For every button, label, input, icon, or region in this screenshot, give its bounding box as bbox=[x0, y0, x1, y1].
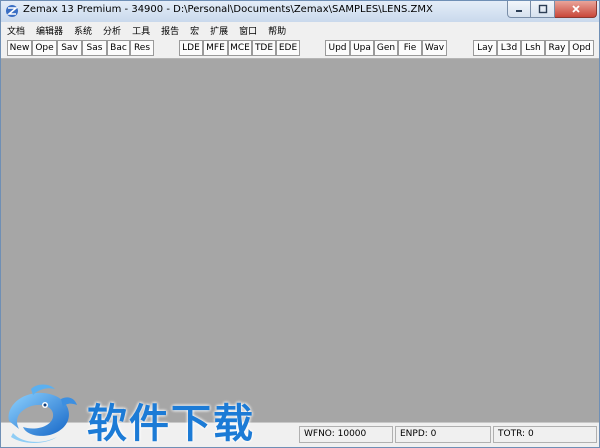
toolbar-update-button[interactable]: Upd bbox=[325, 40, 350, 56]
toolbar-backup-button[interactable]: Bac bbox=[107, 40, 130, 56]
toolbar-3d-layout-button[interactable]: L3d bbox=[497, 40, 521, 56]
zemax-app-icon[interactable] bbox=[5, 4, 19, 18]
toolbar-restore-button[interactable]: Res bbox=[130, 40, 154, 56]
toolbar-fields-button[interactable]: Fie bbox=[398, 40, 422, 56]
menu-help[interactable]: 帮助 bbox=[268, 24, 286, 37]
button-bar: New Ope Sav Sas Bac Res LDE MFE MCE TDE … bbox=[1, 38, 599, 59]
toolbar-lde-button[interactable]: LDE bbox=[179, 40, 203, 56]
watermark: 软件下载 bbox=[1, 381, 281, 447]
menu-analysis[interactable]: 分析 bbox=[103, 24, 121, 37]
application-window: Zemax 13 Premium - 34900 - D:\Personal\D… bbox=[0, 0, 600, 448]
toolbar-update-all-button[interactable]: Upa bbox=[350, 40, 374, 56]
toolbar-opd-fan-button[interactable]: Opd bbox=[569, 40, 594, 56]
window-title: Zemax 13 Premium - 34900 - D:\Personal\D… bbox=[23, 4, 433, 15]
menu-macros[interactable]: 宏 bbox=[190, 24, 199, 37]
toolbar-tde-button[interactable]: TDE bbox=[252, 40, 276, 56]
toolbar-open-button[interactable]: Ope bbox=[32, 40, 57, 56]
menu-system[interactable]: 系统 bbox=[74, 24, 92, 37]
toolbar-mfe-button[interactable]: MFE bbox=[203, 40, 228, 56]
toolbar-wavelengths-button[interactable]: Wav bbox=[422, 40, 447, 56]
toolbar-ede-button[interactable]: EDE bbox=[276, 40, 300, 56]
toolbar-ray-fan-button[interactable]: Ray bbox=[545, 40, 569, 56]
close-button[interactable] bbox=[555, 1, 597, 18]
status-totr: TOTR: 0 bbox=[493, 426, 597, 443]
maximize-button[interactable] bbox=[531, 1, 555, 18]
toolbar-save-button[interactable]: Sav bbox=[57, 40, 82, 56]
toolbar-new-button[interactable]: New bbox=[7, 40, 32, 56]
status-enpd: ENPD: 0 bbox=[395, 426, 491, 443]
toolbar-layout-button[interactable]: Lay bbox=[473, 40, 497, 56]
menu-reports[interactable]: 报告 bbox=[161, 24, 179, 37]
toolbar-shaded-layout-button[interactable]: Lsh bbox=[521, 40, 545, 56]
title-bar[interactable]: Zemax 13 Premium - 34900 - D:\Personal\D… bbox=[1, 1, 599, 23]
menu-window[interactable]: 窗口 bbox=[239, 24, 257, 37]
minimize-icon bbox=[516, 10, 522, 12]
menu-tools[interactable]: 工具 bbox=[132, 24, 150, 37]
status-wfno: WFNO: 10000 bbox=[299, 426, 393, 443]
toolbar-save-as-button[interactable]: Sas bbox=[82, 40, 107, 56]
workspace-area[interactable] bbox=[1, 59, 599, 423]
menu-editors[interactable]: 编辑器 bbox=[36, 24, 63, 37]
maximize-icon bbox=[538, 4, 547, 14]
menu-extensions[interactable]: 扩展 bbox=[210, 24, 228, 37]
window-controls bbox=[507, 1, 597, 18]
watermark-text: 软件下载 bbox=[87, 401, 255, 447]
close-icon bbox=[571, 5, 580, 13]
minimize-button[interactable] bbox=[507, 1, 531, 18]
menu-bar: 文档 编辑器 系统 分析 工具 报告 宏 扩展 窗口 帮助 bbox=[1, 22, 599, 38]
toolbar-general-button[interactable]: Gen bbox=[374, 40, 398, 56]
toolbar-mce-button[interactable]: MCE bbox=[228, 40, 252, 56]
menu-file[interactable]: 文档 bbox=[7, 24, 25, 37]
